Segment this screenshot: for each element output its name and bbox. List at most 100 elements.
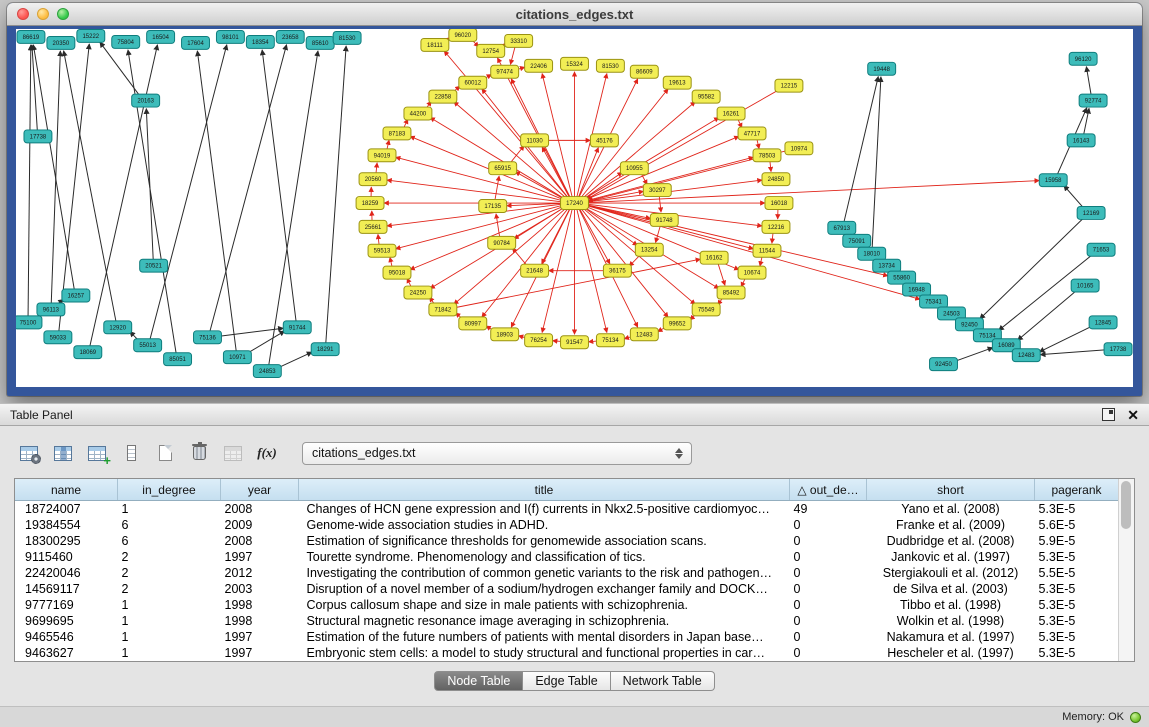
table-cell[interactable]: 0 [790, 613, 867, 629]
new-column-icon[interactable] [82, 440, 112, 466]
graph-node[interactable]: 87183 [383, 127, 411, 140]
graph-edge[interactable] [210, 45, 287, 333]
table-row[interactable]: 969969511998Structural magnetic resonanc… [15, 613, 1118, 629]
graph-node[interactable]: 18903 [491, 328, 519, 341]
graph-node[interactable]: 96113 [37, 303, 65, 316]
table-cell[interactable]: 5.3E-5 [1035, 645, 1119, 661]
table-cell[interactable]: Yano et al. (2008) [867, 501, 1035, 518]
table-cell[interactable]: Nakamura et al. (1997) [867, 629, 1035, 645]
table-row[interactable]: 1938455462009Genome-wide association stu… [15, 517, 1118, 533]
graph-edge[interactable] [326, 46, 346, 344]
graph-node[interactable]: 12215 [775, 79, 803, 92]
graph-edge[interactable] [510, 45, 515, 64]
table-cell[interactable]: 5.3E-5 [1035, 597, 1119, 613]
graph-node[interactable]: 95582 [692, 90, 720, 103]
table-cell[interactable]: Embryonic stem cells: a model to study s… [299, 645, 790, 661]
graph-node[interactable]: 16257 [62, 289, 90, 302]
graph-node[interactable]: 30297 [643, 184, 671, 197]
graph-edge[interactable] [656, 224, 661, 242]
tab-edge-table[interactable]: Edge Table [523, 671, 610, 691]
graph-node[interactable]: 92774 [1079, 94, 1107, 107]
graph-edge[interactable] [451, 259, 701, 308]
graph-node[interactable]: 60012 [459, 76, 487, 89]
graph-edge[interactable] [495, 176, 499, 201]
graph-node[interactable]: 75100 [16, 316, 42, 329]
function-builder-icon[interactable]: f(x) [252, 440, 282, 466]
graph-node[interactable]: 45176 [590, 134, 618, 147]
graph-node[interactable]: 99652 [663, 317, 691, 330]
column-header-name[interactable]: name [15, 479, 118, 501]
graph-edge[interactable] [577, 208, 607, 333]
graph-edge[interactable] [872, 77, 881, 249]
graph-node[interactable]: 25661 [359, 220, 387, 233]
graph-node[interactable]: 17738 [24, 130, 52, 143]
table-cell[interactable]: Investigating the contribution of common… [299, 565, 790, 581]
graph-node[interactable]: 24250 [404, 286, 432, 299]
graph-node[interactable]: 17604 [182, 36, 210, 49]
table-cell[interactable]: 1997 [221, 549, 299, 565]
graph-node[interactable]: 33310 [505, 34, 533, 47]
graph-node[interactable]: 96120 [1069, 52, 1097, 65]
graph-node[interactable]: 19448 [868, 62, 896, 75]
graph-node[interactable]: 59033 [44, 331, 72, 344]
new-table-icon[interactable] [150, 440, 180, 466]
table-cell[interactable]: Changes of HCN gene expression and I(f) … [299, 501, 790, 518]
table-cell[interactable]: Jankovic et al. (1997) [867, 549, 1035, 565]
graph-edge[interactable] [1040, 350, 1110, 355]
graph-edge[interactable] [146, 109, 153, 261]
graph-node[interactable]: 92450 [930, 358, 958, 371]
table-cell[interactable]: 14569117 [15, 581, 118, 597]
table-scrollbar[interactable] [1118, 479, 1134, 661]
graph-node[interactable]: 91748 [650, 213, 678, 226]
table-cell[interactable]: 0 [790, 581, 867, 597]
graph-edge[interactable] [454, 102, 569, 200]
table-cell[interactable]: 0 [790, 629, 867, 645]
table-cell[interactable]: 5.3E-5 [1035, 629, 1119, 645]
table-selector-dropdown[interactable]: citations_edges.txt [302, 442, 692, 465]
graph-node[interactable]: 23658 [276, 30, 304, 43]
graph-node[interactable]: 17240 [561, 197, 589, 210]
zoom-window-button[interactable] [57, 8, 69, 20]
graph-node[interactable]: 75341 [920, 295, 948, 308]
table-cell[interactable]: Genome-wide association studies in ADHD. [299, 517, 790, 533]
graph-node[interactable]: 10955 [620, 162, 648, 175]
graph-node[interactable]: 18111 [421, 38, 449, 51]
graph-node[interactable]: 67913 [828, 221, 856, 234]
table-cell[interactable]: 9463627 [15, 645, 118, 661]
graph-node[interactable]: 16504 [147, 30, 175, 43]
graph-node[interactable]: 11030 [521, 134, 549, 147]
graph-edge[interactable] [90, 45, 158, 348]
graph-node[interactable]: 12169 [1077, 207, 1105, 220]
table-cell[interactable]: 0 [790, 549, 867, 565]
graph-node[interactable]: 10971 [223, 351, 251, 364]
close-panel-icon[interactable]: ✕ [1127, 408, 1139, 422]
table-cell[interactable]: Corpus callosum shape and size in male p… [299, 597, 790, 613]
table-cell[interactable]: Hescheler et al. (1997) [867, 645, 1035, 661]
table-cell[interactable]: 22420046 [15, 565, 118, 581]
table-cell[interactable]: 1997 [221, 645, 299, 661]
table-cell[interactable]: Franke et al. (2009) [867, 517, 1035, 533]
graph-node[interactable]: 12920 [104, 321, 132, 334]
table-row[interactable]: 1456911722003Disruption of a novel membe… [15, 581, 1118, 597]
graph-edge[interactable] [844, 76, 879, 223]
minimize-window-button[interactable] [37, 8, 49, 20]
table-row[interactable]: 1830029562008Estimation of significance … [15, 533, 1118, 549]
graph-node[interactable]: 12845 [1089, 316, 1117, 329]
table-cell[interactable]: 9699695 [15, 613, 118, 629]
graph-node[interactable]: 85051 [164, 353, 192, 366]
table-row[interactable]: 946362711997Embryonic stem cells: a mode… [15, 645, 1118, 661]
graph-node[interactable]: 75134 [596, 334, 624, 347]
graph-node[interactable]: 47717 [738, 127, 766, 140]
graph-node[interactable]: 44200 [404, 107, 432, 120]
network-canvas[interactable]: 1724016018122161154410674854927554999652… [16, 29, 1133, 387]
graph-node[interactable]: 75136 [194, 331, 222, 344]
graph-edge[interactable] [262, 50, 296, 323]
graph-node[interactable]: 36175 [603, 264, 631, 277]
graph-node[interactable]: 21648 [521, 264, 549, 277]
graph-node[interactable]: 10165 [1071, 279, 1099, 292]
graph-node[interactable]: 97474 [491, 65, 519, 78]
graph-node[interactable]: 16018 [765, 197, 793, 210]
table-cell[interactable]: 5.9E-5 [1035, 533, 1119, 549]
graph-node[interactable]: 16261 [717, 107, 745, 120]
graph-edge[interactable] [659, 195, 661, 212]
